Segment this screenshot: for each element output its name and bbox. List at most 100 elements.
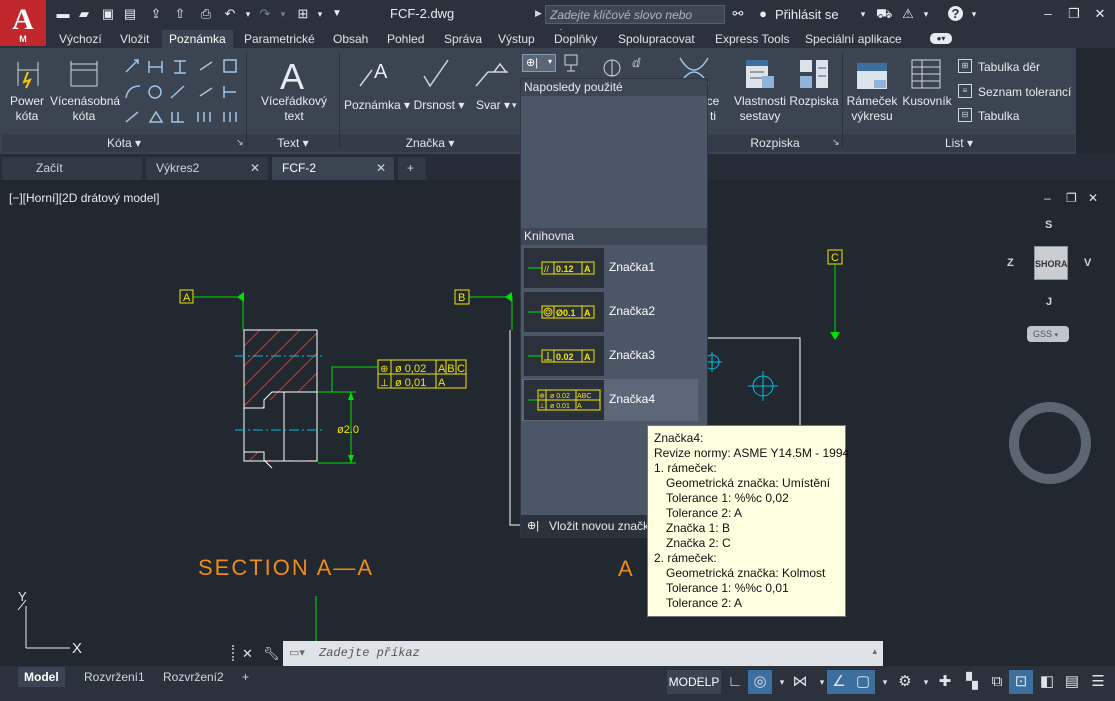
text-panel-title[interactable]: Text ▾ bbox=[247, 134, 339, 152]
snap-mode-icon[interactable]: ∟ bbox=[723, 670, 747, 694]
workspace-switch-icon[interactable]: ▚ bbox=[960, 670, 984, 694]
model-paper-toggle[interactable]: MODELP bbox=[667, 670, 721, 694]
poznamka-button[interactable]: Poznámka ▾ bbox=[342, 98, 412, 113]
isolate-objects-icon[interactable]: ◧ bbox=[1035, 670, 1059, 694]
save-icon[interactable]: ▣ bbox=[100, 6, 116, 22]
drsnost-button[interactable]: Drsnost ▾ bbox=[412, 98, 466, 113]
binoculars-icon[interactable]: ⚯ bbox=[730, 6, 746, 22]
doc-tab-fcf-2[interactable]: FCF-2 ✕ bbox=[272, 157, 394, 180]
layout-tab-rozvrzeni1[interactable]: Rozvržení1 bbox=[78, 667, 151, 687]
wcs-menu[interactable]: GSS ▾ bbox=[1027, 326, 1069, 342]
kusovnik-label[interactable]: Kusovník bbox=[900, 94, 954, 109]
redo-icon[interactable]: ↷ bbox=[257, 6, 273, 22]
tabulka-der-label[interactable]: Tabulka děr bbox=[978, 60, 1040, 75]
tolerance-dimension-icon[interactable] bbox=[598, 56, 630, 80]
web-mobile-icon[interactable]: ⇧ bbox=[172, 6, 188, 22]
fcf-split-button[interactable]: ⊕| ▾ bbox=[522, 54, 556, 72]
seznam-toleranci-label[interactable]: Seznam tolerancí bbox=[978, 85, 1071, 100]
datum-icon[interactable] bbox=[562, 54, 580, 72]
table-icon[interactable]: ⊟ bbox=[958, 108, 972, 122]
library-item-znacka2[interactable]: Ø0.1 A Značka2 bbox=[522, 291, 698, 333]
tab-pohled[interactable]: Pohled bbox=[380, 30, 431, 48]
print-icon[interactable]: ⎙ bbox=[198, 6, 214, 22]
viewcube-east[interactable]: V bbox=[1084, 257, 1091, 269]
cart-icon[interactable]: ⛟ bbox=[876, 6, 892, 22]
vicenasobna-kota-label[interactable]: Vícenásobná kóta bbox=[50, 94, 120, 124]
viewcube-south[interactable]: J bbox=[1046, 296, 1052, 308]
annotation-monitor-icon[interactable]: ⧉ bbox=[985, 670, 1009, 694]
tab-obsah[interactable]: Obsah bbox=[326, 30, 375, 48]
layout-tab-rozvrzeni2[interactable]: Rozvržení2 bbox=[157, 667, 230, 687]
application-menu-button[interactable]: A M bbox=[0, 0, 46, 46]
library-item-znacka3[interactable]: 0.02 A Značka3 bbox=[522, 335, 698, 377]
tolerance-list-icon[interactable]: ≡ bbox=[958, 84, 972, 98]
vlastnosti-sestavy-label[interactable]: Vlastnosti sestavy bbox=[728, 94, 792, 124]
customize-quick-access-icon[interactable]: ▼ bbox=[329, 6, 345, 22]
rozpiska-panel-title[interactable]: Rozpiska bbox=[708, 134, 842, 152]
tabulka-label[interactable]: Tabulka bbox=[978, 109, 1019, 124]
lock-ui-icon[interactable]: ⊡ bbox=[1009, 670, 1033, 694]
workspace-dropdown-icon[interactable]: ▾ bbox=[312, 6, 328, 22]
doc-tab-start[interactable]: Začít bbox=[2, 157, 142, 180]
assembly-properties-icon[interactable] bbox=[744, 58, 776, 90]
help-dropdown-icon[interactable]: ▾ bbox=[966, 6, 982, 22]
doc-tab-vykres2[interactable]: Výkres2 ✕ bbox=[146, 157, 268, 180]
bill-of-materials-icon[interactable] bbox=[798, 58, 830, 90]
tab-doplnky[interactable]: Doplňky bbox=[547, 30, 604, 48]
save-as-icon[interactable]: ▤ bbox=[122, 6, 138, 22]
power-kota-label[interactable]: Power kóta bbox=[4, 94, 50, 124]
tab-specialni-aplikace[interactable]: Speciální aplikace bbox=[798, 30, 909, 48]
layout-tab-model[interactable]: Model bbox=[18, 667, 65, 687]
minimize-window-icon[interactable]: – bbox=[1040, 6, 1056, 22]
customization-menu-icon[interactable]: ☰ bbox=[1086, 670, 1110, 694]
power-dimension-icon[interactable] bbox=[14, 58, 42, 90]
viewcube-ring[interactable] bbox=[1009, 402, 1091, 484]
tab-vychozi[interactable]: Výchozí bbox=[52, 30, 109, 48]
tab-spolupracovat[interactable]: Spolupracovat bbox=[611, 30, 702, 48]
undo-dropdown-icon[interactable]: ▾ bbox=[240, 6, 256, 22]
leader-note-icon[interactable]: A bbox=[358, 58, 394, 90]
user-icon[interactable]: ● bbox=[755, 6, 771, 22]
multiline-text-label[interactable]: Víceřádkový text bbox=[252, 94, 336, 124]
tab-vlozit[interactable]: Vložit bbox=[113, 30, 156, 48]
command-input[interactable]: Zadejte příkaz bbox=[319, 646, 420, 660]
workspace-icon[interactable]: ⊞ bbox=[295, 6, 311, 22]
exchange-icon[interactable]: ⚠ bbox=[900, 6, 916, 22]
command-history-dropdown-icon[interactable]: ▴ bbox=[872, 646, 877, 657]
tab-express-tools[interactable]: Express Tools bbox=[708, 30, 796, 48]
help-icon[interactable]: ? bbox=[948, 6, 963, 21]
ramecek-vykresu-label[interactable]: Rámeček výkresu bbox=[846, 94, 898, 124]
new-file-icon[interactable]: ▬ bbox=[55, 6, 71, 22]
undo-icon[interactable]: ↶ bbox=[222, 6, 238, 22]
exchange-dropdown-icon[interactable]: ▾ bbox=[918, 6, 934, 22]
redo-dropdown-icon[interactable]: ▾ bbox=[275, 6, 291, 22]
parts-list-icon[interactable] bbox=[910, 58, 942, 90]
svar-button[interactable]: Svar ▾ bbox=[470, 98, 516, 113]
surface-roughness-icon[interactable] bbox=[420, 58, 456, 90]
chevron-down-icon[interactable]: ▾ bbox=[512, 100, 517, 111]
object-snap-icon[interactable]: ▢ bbox=[851, 670, 875, 694]
maximize-window-icon[interactable]: ❐ bbox=[1066, 6, 1082, 22]
multiline-text-icon[interactable]: A bbox=[280, 56, 304, 98]
customize-wrench-icon[interactable]: 🔧︎ bbox=[263, 646, 280, 662]
search-input[interactable]: Zadejte klíčové slovo nebo výraz. bbox=[545, 5, 725, 41]
panel-dialog-launcher-icon[interactable]: ↘ bbox=[236, 137, 244, 148]
search-expand-icon[interactable]: ▶ bbox=[535, 8, 542, 19]
open-folder-icon[interactable]: ▰ bbox=[76, 6, 92, 22]
partial-button-label-1[interactable]: ce bbox=[706, 94, 720, 109]
close-icon[interactable]: ✕ bbox=[376, 157, 386, 180]
cloud-save-icon[interactable]: ⇪ bbox=[148, 6, 164, 22]
close-icon[interactable]: ✕ bbox=[250, 157, 260, 180]
viewcube-north[interactable]: S bbox=[1045, 219, 1052, 231]
library-item-znacka1[interactable]: // 0.12 A Značka1 bbox=[522, 247, 698, 289]
sign-in-link[interactable]: Přihlásit se bbox=[775, 7, 839, 22]
command-grip-handle[interactable] bbox=[232, 645, 240, 661]
add-layout-plus-icon[interactable]: + bbox=[236, 667, 255, 687]
feature-icon[interactable]: ⅆ bbox=[632, 56, 650, 76]
sign-in-dropdown-icon[interactable]: ▾ bbox=[855, 6, 871, 22]
isodraft-icon[interactable]: ⋈ bbox=[788, 670, 812, 694]
tab-vystup[interactable]: Výstup bbox=[491, 30, 542, 48]
multiple-dimension-icon[interactable] bbox=[68, 58, 100, 90]
znacka-panel-title[interactable]: Značka ▾ bbox=[340, 134, 520, 152]
list-panel-title[interactable]: List ▾ bbox=[843, 134, 1075, 152]
